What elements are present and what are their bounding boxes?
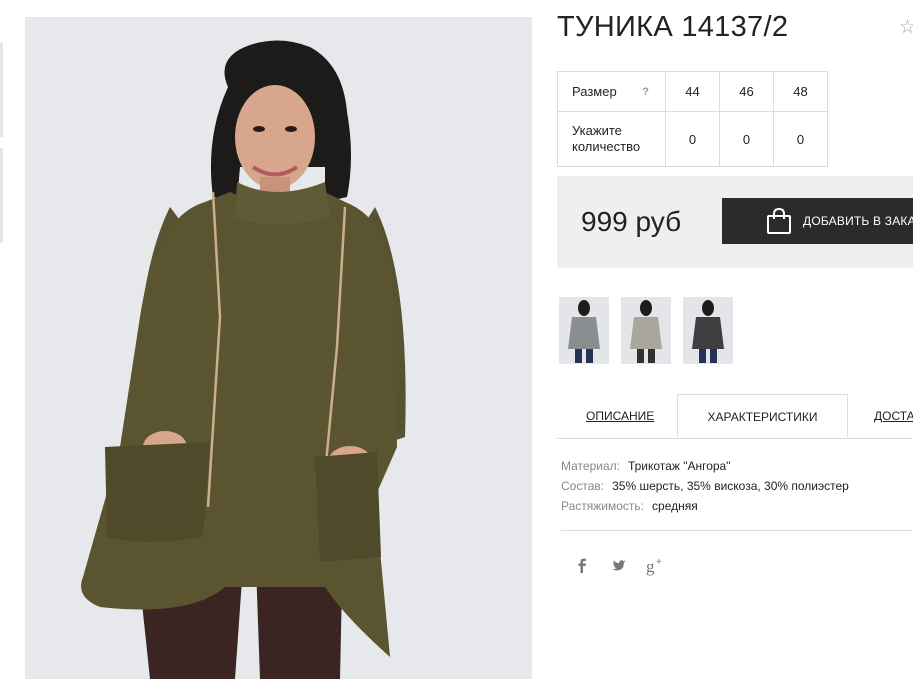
characteristics-list: Материал: Трикотаж "Ангора" Состав: 35% ше…: [561, 456, 849, 516]
spec-composition: Состав: 35% шерсть, 35% вискоза, 30% поли…: [561, 476, 849, 496]
tab-description[interactable]: ОПИСАНИЕ: [586, 394, 654, 438]
spec-value: Трикотаж "Ангора": [627, 459, 731, 473]
quantity-label: Укажите количество: [557, 111, 666, 167]
add-to-cart-button[interactable]: ДОБАВИТЬ В ЗАКАЗ: [722, 198, 913, 244]
prev-thumbnail-edge[interactable]: [0, 42, 3, 137]
size-quantity-table: Размер ? 44 46 48 Укажите количество 0 0…: [557, 71, 828, 167]
svg-text:+: +: [656, 557, 662, 568]
size-label: Размер: [572, 83, 617, 99]
spec-key: Растяжимость:: [561, 499, 645, 513]
add-to-cart-label: ДОБАВИТЬ В ЗАКАЗ: [803, 214, 913, 228]
facebook-icon[interactable]: [572, 556, 592, 576]
favorite-star-icon[interactable]: ☆: [899, 16, 913, 39]
spec-material: Материал: Трикотаж "Ангора": [561, 456, 849, 476]
size-row: Размер ? 44 46 48: [557, 71, 828, 112]
spec-stretch: Растяжимость: средняя: [561, 496, 849, 516]
google-plus-icon[interactable]: g +: [646, 556, 666, 576]
spec-key: Материал:: [561, 459, 620, 473]
variant-thumbnail-black[interactable]: [683, 297, 733, 364]
spec-value: 35% шерсть, 35% вискоза, 30% полиэстер: [612, 479, 849, 493]
product-title: ТУНИКА 14137/2: [557, 11, 789, 43]
product-info-tabs: ОПИСАНИЕ ХАРАКТЕРИСТИКИ ДОСТАВКА: [557, 394, 913, 439]
quantity-input-44[interactable]: 0: [665, 111, 720, 167]
prev-thumbnail-edge[interactable]: [0, 148, 3, 243]
size-46: 46: [719, 71, 774, 112]
main-product-photo: [25, 17, 532, 679]
price-panel: 999 руб ДОБАВИТЬ В ЗАКАЗ: [557, 176, 913, 268]
twitter-icon[interactable]: [609, 556, 629, 576]
variant-thumbnail-grey[interactable]: [559, 297, 609, 364]
spec-value: средняя: [652, 499, 698, 513]
product-price: 999 руб: [581, 206, 682, 237]
svg-text:g: g: [646, 557, 655, 576]
quantity-row: Укажите количество 0 0 0: [557, 111, 828, 167]
quantity-input-46[interactable]: 0: [719, 111, 774, 167]
spec-key: Состав:: [561, 479, 605, 493]
shopping-bag-icon: [765, 207, 793, 240]
section-divider: [561, 530, 913, 531]
size-help-icon[interactable]: ?: [642, 84, 649, 100]
variant-thumbnail-beige[interactable]: [621, 297, 671, 364]
quantity-input-48[interactable]: 0: [773, 111, 828, 167]
size-48: 48: [773, 71, 828, 112]
tab-delivery[interactable]: ДОСТАВКА: [874, 394, 913, 438]
size-44: 44: [665, 71, 720, 112]
size-label-cell: Размер ?: [557, 71, 666, 112]
tab-characteristics[interactable]: ХАРАКТЕРИСТИКИ: [677, 394, 848, 438]
